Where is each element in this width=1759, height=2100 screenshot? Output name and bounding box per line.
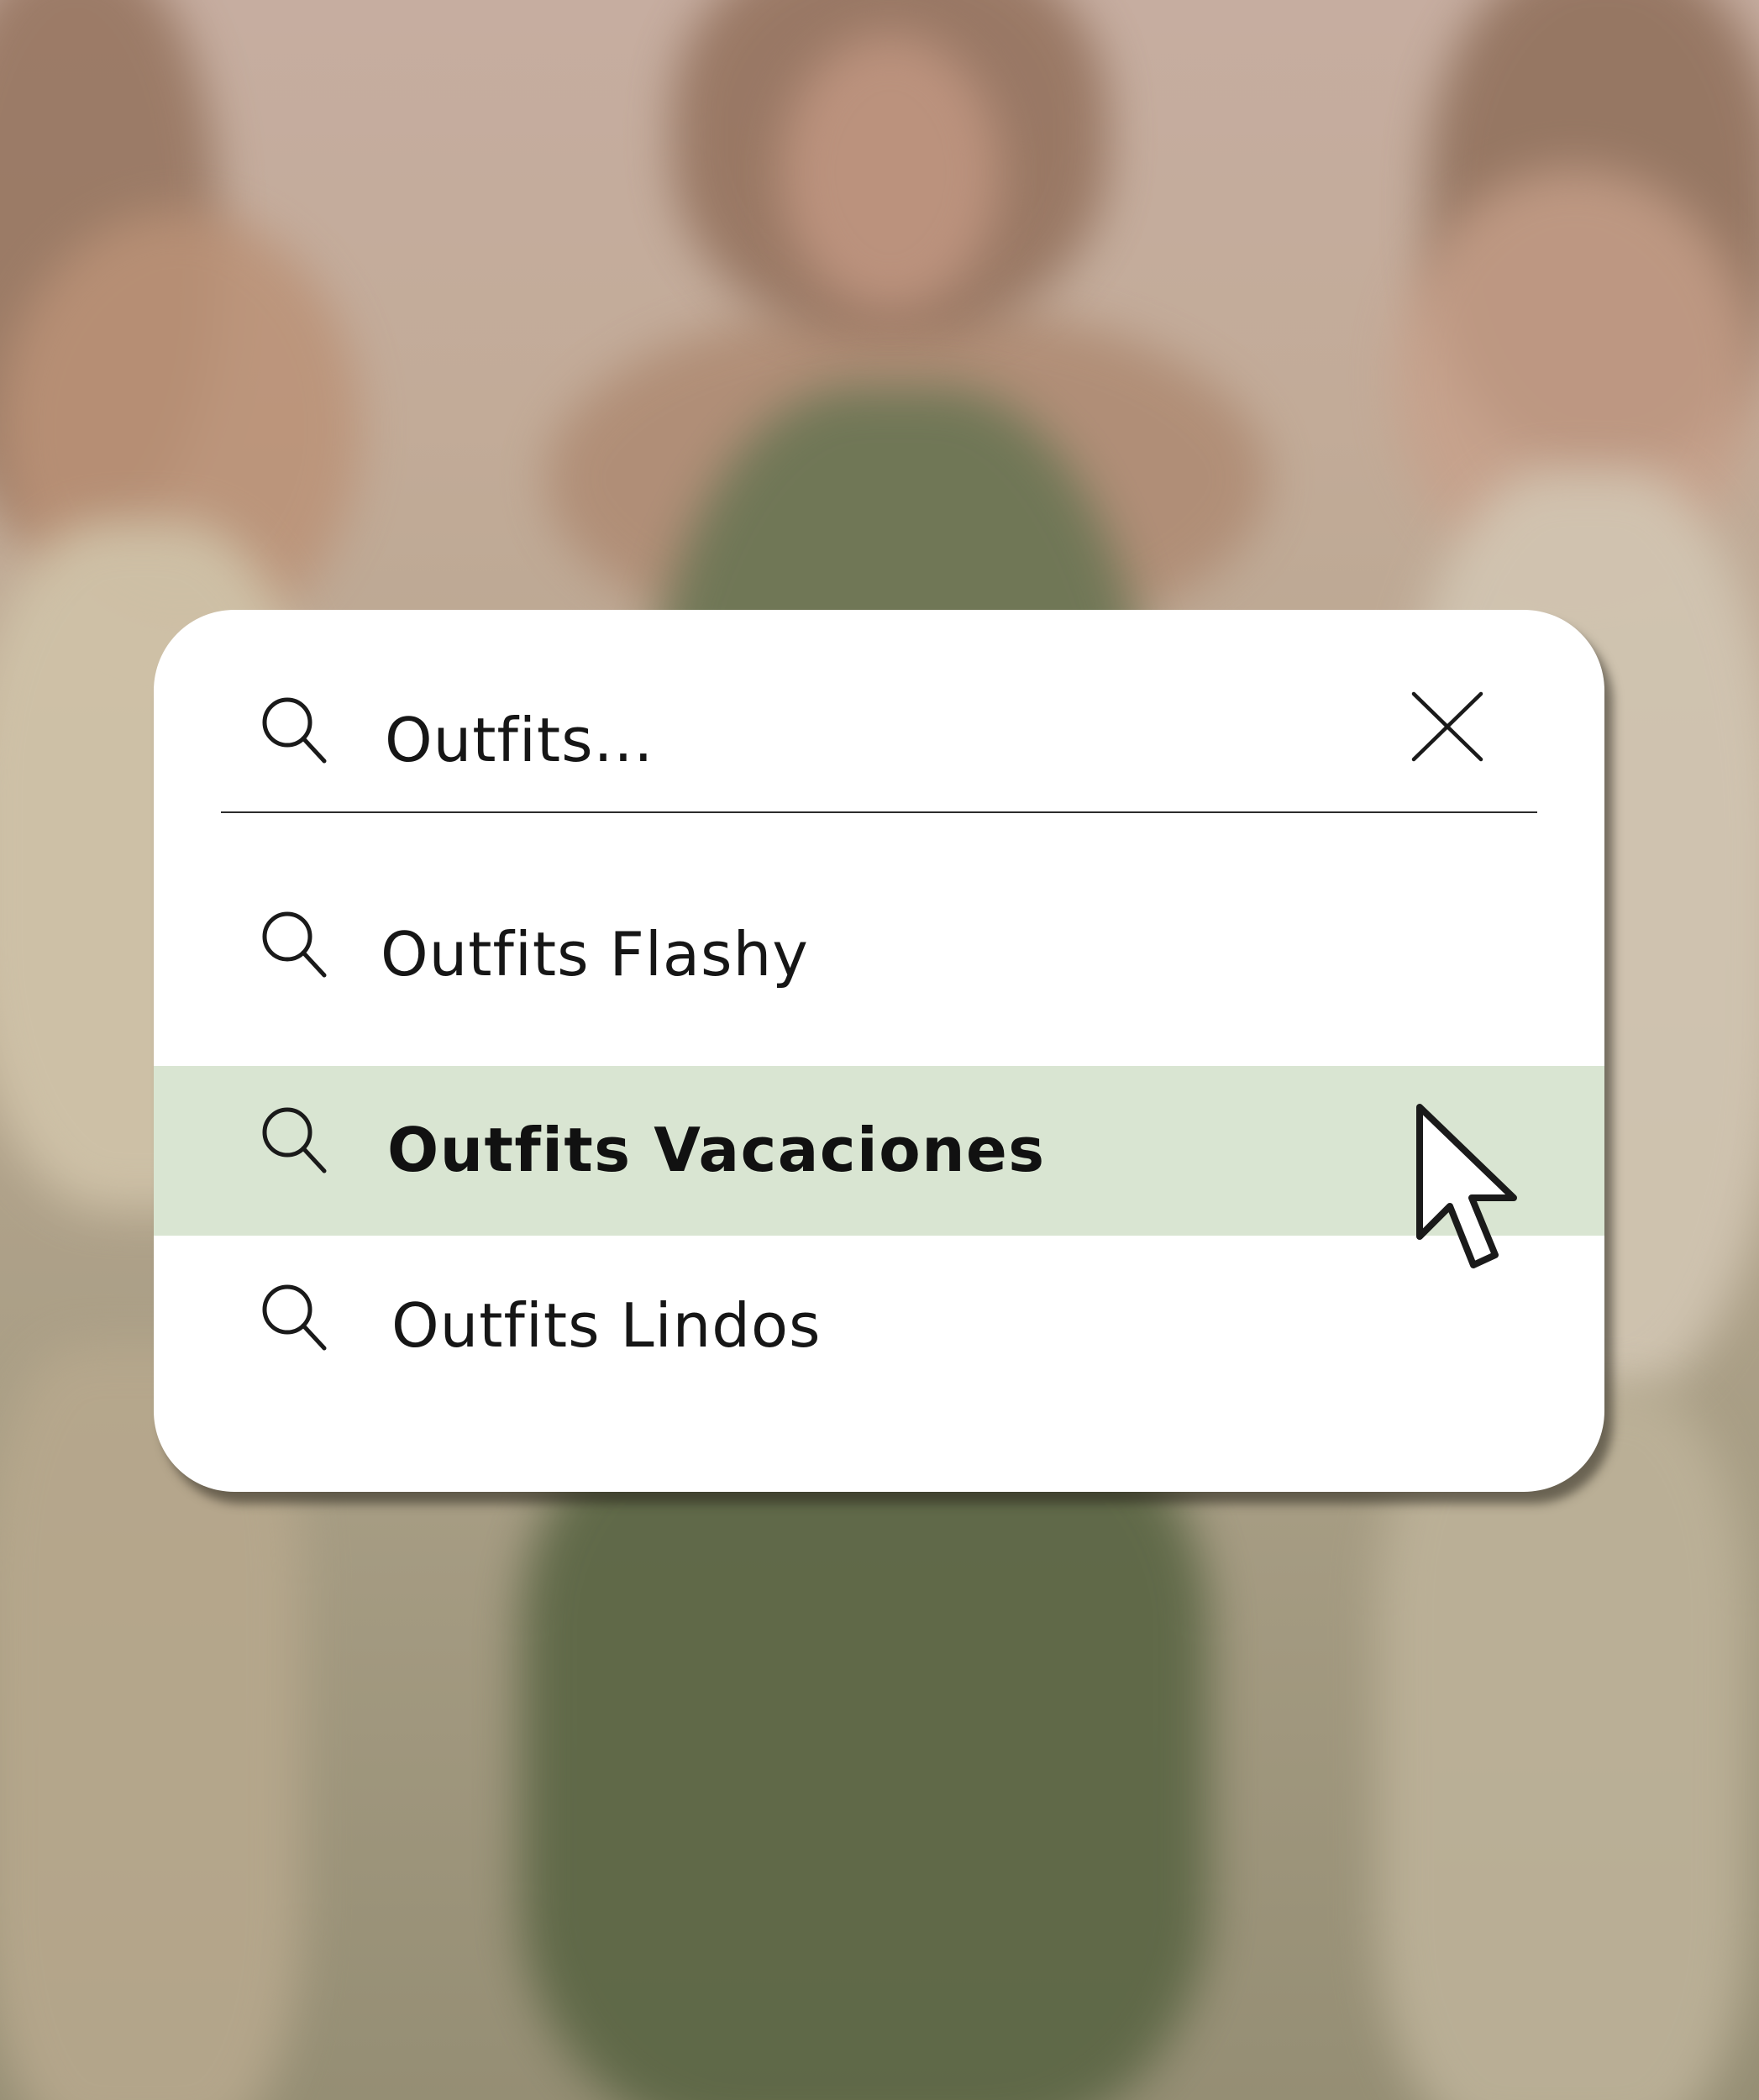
close-icon[interactable] bbox=[1397, 677, 1489, 769]
search-divider bbox=[221, 811, 1537, 813]
suggestion-label: Outfits Lindos bbox=[391, 1290, 822, 1361]
suggestion-label: Outfits Vacaciones bbox=[387, 1115, 1046, 1185]
suggestion-label: Outfits Flashy bbox=[381, 919, 809, 990]
search-icon bbox=[259, 1281, 329, 1352]
suggestion-item-outfits-vacaciones[interactable]: Outfits Vacaciones bbox=[154, 1066, 1604, 1236]
search-icon bbox=[259, 908, 329, 979]
search-icon bbox=[259, 694, 329, 764]
search-dropdown-card: Outfits... Outfits Flashy Outfits Vacaci… bbox=[154, 610, 1604, 1492]
search-input[interactable]: Outfits... bbox=[385, 702, 654, 778]
search-icon bbox=[259, 1104, 329, 1174]
suggestion-item-outfits-lindos[interactable]: Outfits Lindos bbox=[154, 1244, 1604, 1412]
suggestion-item-outfits-flashy[interactable]: Outfits Flashy bbox=[154, 870, 1604, 1038]
search-bar[interactable]: Outfits... bbox=[154, 610, 1604, 811]
